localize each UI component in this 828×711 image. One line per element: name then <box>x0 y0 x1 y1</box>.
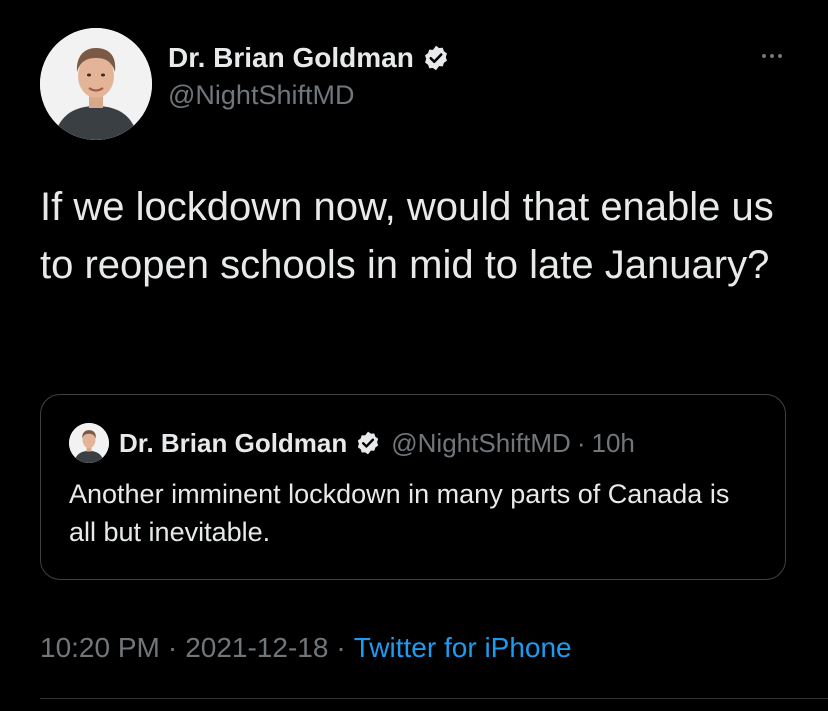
verified-badge-icon <box>424 45 447 71</box>
meta-separator: · <box>167 632 178 663</box>
author-handle[interactable]: @NightShiftMD <box>168 80 354 111</box>
tweet-text: If we lockdown now, would that enable us… <box>40 185 774 287</box>
author-name-row[interactable]: Dr. Brian Goldman <box>168 38 450 78</box>
tweet: Dr. Brian Goldman @NightShiftMD If we lo… <box>0 0 828 711</box>
quoted-timestamp: 10h <box>591 427 635 458</box>
quoted-separator: · <box>576 427 586 458</box>
verified-badge-icon <box>358 431 379 455</box>
quoted-tweet-card[interactable]: Dr. Brian Goldman @NightShiftMD · 10h An… <box>40 394 786 580</box>
divider <box>40 698 828 699</box>
profile-photo-icon <box>69 423 109 463</box>
author-avatar[interactable] <box>40 28 152 140</box>
tweet-date[interactable]: 2021-12-18 <box>185 632 328 664</box>
meta-separator: · <box>336 632 346 663</box>
author-name[interactable]: Dr. Brian Goldman <box>168 42 414 74</box>
quoted-author-handle: @NightShiftMD <box>391 427 571 458</box>
tweet-source-link[interactable]: Twitter for iPhone <box>354 632 572 664</box>
tweet-meta: 10:20 PM · 2021-12-18 · Twitter for iPho… <box>40 632 572 664</box>
profile-photo-icon <box>40 28 152 140</box>
quoted-author-name: Dr. Brian Goldman <box>119 427 348 458</box>
more-horizontal-icon <box>762 54 766 58</box>
quoted-tweet-header: Dr. Brian Goldman @NightShiftMD · 10h <box>69 423 635 463</box>
more-options-button[interactable] <box>752 44 792 68</box>
quoted-tweet-text: Another imminent lockdown in many parts … <box>69 479 730 547</box>
tweet-time[interactable]: 10:20 PM <box>40 632 160 664</box>
quoted-author-avatar <box>69 423 109 463</box>
